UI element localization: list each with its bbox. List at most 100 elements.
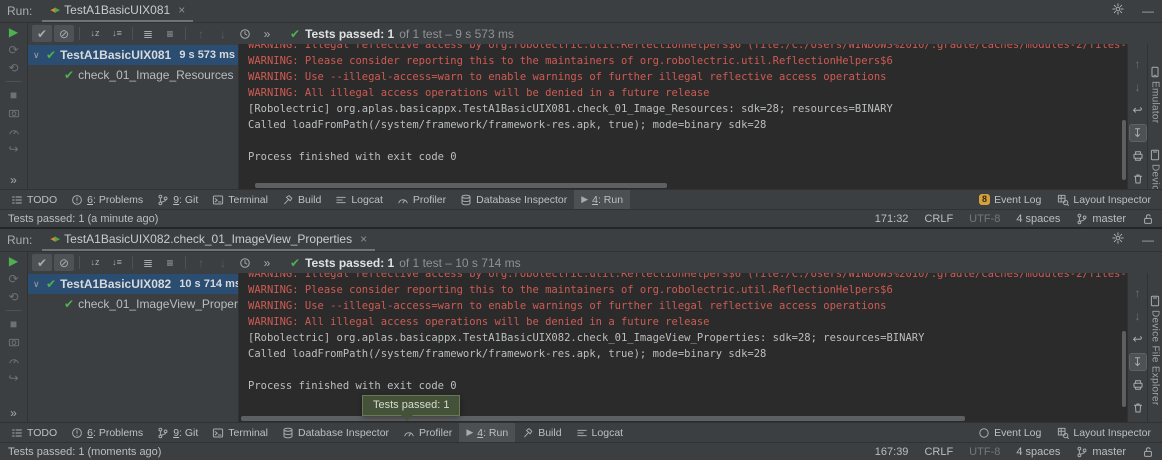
config-arrow-right: ▶ — [55, 236, 59, 243]
problems-icon — [71, 427, 83, 439]
more-actions-icon: » — [264, 28, 271, 40]
chevron-down-icon[interactable]: ∨ — [33, 279, 42, 290]
indent-style[interactable]: 4 spaces — [1016, 213, 1060, 225]
tool-window-button-database[interactable]: Database Inspector — [275, 423, 396, 442]
prev-occurrence-icon: ↑ — [1135, 287, 1141, 299]
vertical-scrollbar[interactable] — [1122, 120, 1126, 180]
tool-window-button-todo[interactable]: TODO — [4, 190, 64, 209]
stop-icon[interactable]: ■ — [10, 89, 17, 101]
console-line: [Robolectric] org.aplas.basicappx.TestA1… — [248, 101, 1127, 117]
next-failed-test-icon: ↓ — [220, 28, 226, 40]
close-icon[interactable]: × — [178, 3, 185, 17]
run-tab[interactable]: ◀▶TestA1BasicUIX081× — [42, 0, 193, 22]
tool-window-button-logcat[interactable]: Logcat — [328, 190, 390, 209]
file-encoding[interactable]: UTF-8 — [969, 446, 1000, 458]
rerun-failed-tests-icon[interactable]: ⟳ — [8, 44, 18, 56]
tests-passed-detail: of 1 test – 9 s 573 ms — [399, 27, 514, 41]
tool-window-button-layout-inspector[interactable]: Layout Inspector — [1050, 423, 1158, 442]
profiler-capture-icon[interactable] — [8, 125, 20, 137]
device-file-explorer-icon — [1149, 295, 1161, 307]
tool-window-button-terminal[interactable]: Terminal — [205, 190, 275, 209]
tool-window-button-database[interactable]: Database Inspector — [453, 190, 574, 209]
close-icon[interactable]: × — [360, 232, 367, 246]
horizontal-scrollbar[interactable] — [241, 416, 965, 421]
side-tab-device-file-explorer[interactable]: Device File Explorer — [1149, 149, 1161, 189]
attach-to-process-icon[interactable]: ↪ — [8, 372, 18, 384]
show-passed-icon: ✔ — [37, 28, 47, 40]
sort-by-duration-icon: ↓≡ — [112, 29, 122, 38]
rerun-icon[interactable]: ▶ — [9, 255, 18, 267]
unlocked-icon[interactable] — [1142, 213, 1154, 225]
file-encoding[interactable]: UTF-8 — [969, 213, 1000, 225]
run-label: Run: — [7, 233, 32, 247]
branch-name: master — [1092, 213, 1126, 225]
console-line: WARNING: Please consider reporting this … — [248, 53, 1127, 69]
tool-window-label: Event Log — [994, 194, 1041, 206]
tool-window-button-profiler[interactable]: Profiler — [396, 423, 459, 442]
next-occurrence-icon: ↓ — [1135, 310, 1141, 322]
event-log-icon — [978, 427, 990, 439]
vertical-scrollbar[interactable] — [1122, 331, 1126, 407]
toggle-auto-test-icon[interactable]: ⟲ — [8, 291, 18, 303]
database-icon — [460, 194, 472, 206]
next-failed-test-icon: ↓ — [220, 257, 226, 269]
test-tree-row[interactable]: ✔check_01_Image_Resources9 s 573 ms — [28, 65, 238, 85]
tool-window-label: Layout Inspector — [1073, 427, 1151, 439]
tool-window-button-todo[interactable]: TODO — [4, 423, 64, 442]
tool-window-button-event-log[interactable]: Event Log — [971, 423, 1048, 442]
window-controls: — — [1112, 0, 1154, 22]
tests-passed-count: Tests passed: 1 — [305, 27, 394, 41]
test-tree-row[interactable]: ∨✔TestA1BasicUIX082(org.aplas.basica10 s… — [28, 274, 238, 294]
side-tab-device-file-explorer[interactable]: Device File Explorer — [1149, 295, 1161, 405]
test-tree-row[interactable]: ✔check_01_ImageView_Properties10 s 714 m… — [28, 294, 238, 314]
tool-window-button-profiler[interactable]: Profiler — [390, 190, 453, 209]
line-ending[interactable]: CRLF — [924, 446, 953, 458]
passed-icon: ✔ — [290, 28, 300, 40]
toggle-auto-test-icon[interactable]: ⟲ — [8, 62, 18, 74]
more-rail-icon[interactable]: » — [10, 407, 17, 419]
tool-window-button-event-log[interactable]: 8Event Log — [972, 190, 1048, 209]
tool-window-button-run[interactable]: ▶4: Run — [459, 423, 515, 442]
settings-icon — [1112, 3, 1124, 15]
tool-window-button-problems[interactable]: 6: Problems — [64, 190, 150, 209]
unlocked-icon[interactable] — [1142, 446, 1154, 458]
more-actions-icon: » — [264, 257, 271, 269]
chevron-down-icon[interactable]: ∨ — [33, 50, 42, 61]
screenshot-icon[interactable] — [8, 336, 20, 348]
tool-window-button-problems[interactable]: 6: Problems — [64, 423, 150, 442]
window-controls: — — [1112, 229, 1154, 251]
tool-window-button-git[interactable]: 9: Git — [150, 190, 205, 209]
indent-style[interactable]: 4 spaces — [1016, 446, 1060, 458]
git-branch[interactable]: master — [1076, 446, 1126, 458]
status-message[interactable]: Tests passed: 1 (a minute ago) — [8, 213, 158, 225]
test-tree-row[interactable]: ∨✔TestA1BasicUIX081(org.aplas.basica9 s … — [28, 45, 238, 65]
tool-window-button-run[interactable]: ▶4: Run — [574, 190, 630, 209]
tool-window-button-build[interactable]: Build — [275, 190, 328, 209]
git-branch[interactable]: master — [1076, 213, 1126, 225]
more-rail-icon[interactable]: » — [10, 174, 17, 186]
line-ending[interactable]: CRLF — [924, 213, 953, 225]
toolbar-separator — [6, 81, 22, 82]
rerun-icon[interactable]: ▶ — [9, 26, 18, 38]
rerun-failed-tests-icon[interactable]: ⟳ — [8, 273, 18, 285]
tool-window-button-git[interactable]: 9: Git — [150, 423, 205, 442]
toolbar-separator — [79, 27, 80, 40]
print-icon — [1132, 150, 1144, 162]
tool-window-button-terminal[interactable]: Terminal — [205, 423, 275, 442]
screenshot-icon[interactable] — [8, 107, 20, 119]
tool-window-button-build[interactable]: Build — [515, 423, 568, 442]
status-message[interactable]: Tests passed: 1 (moments ago) — [8, 446, 161, 458]
run-tab[interactable]: ◀▶TestA1BasicUIX082.check_01_ImageView_P… — [42, 229, 375, 251]
tool-window-button-logcat[interactable]: Logcat — [569, 423, 631, 442]
profiler-capture-icon[interactable] — [8, 354, 20, 366]
attach-to-process-icon[interactable]: ↪ — [8, 143, 18, 155]
stop-icon[interactable]: ■ — [10, 318, 17, 330]
tool-window-button-layout-inspector[interactable]: Layout Inspector — [1050, 190, 1158, 209]
side-tab-emulator[interactable]: Emulator — [1149, 66, 1161, 123]
tool-window-label: : Run — [483, 427, 508, 439]
horizontal-scrollbar[interactable] — [255, 183, 667, 188]
test-tree: ∨✔TestA1BasicUIX082(org.aplas.basica10 s… — [28, 273, 238, 422]
caret-position[interactable]: 167:39 — [875, 446, 909, 458]
caret-position[interactable]: 171:32 — [875, 213, 909, 225]
branch-name: master — [1092, 446, 1126, 458]
